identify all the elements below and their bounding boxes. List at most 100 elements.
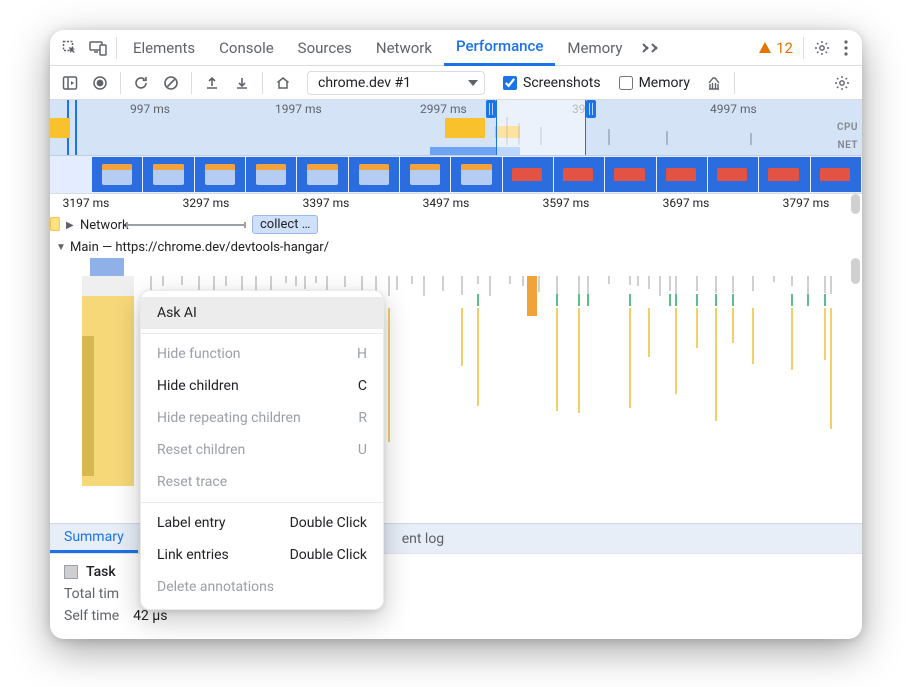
selected-task-block[interactable] (90, 258, 124, 276)
memory-checkbox-input[interactable] (619, 76, 633, 90)
kebab-menu-icon[interactable] (836, 34, 856, 62)
overview-window-handle-right[interactable] (586, 100, 596, 118)
flame-tick (423, 276, 425, 296)
tab-summary[interactable]: Summary (50, 524, 138, 553)
network-entry-collect[interactable]: collect … (252, 215, 318, 234)
filmstrip-frame[interactable] (708, 157, 758, 192)
disclosure-triangle-icon[interactable]: ▶ (66, 220, 76, 231)
ruler-tick: 3797 ms (783, 196, 830, 210)
flame-tick (659, 276, 661, 296)
flame-tick (791, 308, 793, 370)
tab-elements[interactable]: Elements (121, 30, 207, 66)
scrollbar-thumb[interactable] (851, 258, 860, 284)
flame-tick (509, 276, 511, 284)
menu-item-label: Hide function (157, 346, 241, 362)
flame-tick (791, 294, 793, 306)
tab-performance[interactable]: Performance (444, 30, 555, 66)
filmstrip-frame[interactable] (195, 157, 245, 192)
menu-item: Hide repeating childrenR (141, 402, 383, 434)
settings-icon[interactable] (808, 34, 836, 62)
perf-toolbar: chrome.dev #1 Screenshots Memory (50, 66, 862, 100)
filmstrip-frame[interactable] (143, 157, 193, 192)
flame-block[interactable] (82, 276, 134, 486)
chevron-down-icon (468, 80, 478, 86)
network-track-header[interactable]: ▶ Network collect … (50, 214, 862, 236)
total-time-label: Total tim (64, 586, 119, 602)
filmstrip-frame[interactable] (605, 157, 655, 192)
filmstrip-frame[interactable] (349, 157, 399, 192)
flame-tick (648, 276, 650, 289)
filmstrip-frame[interactable] (811, 157, 861, 192)
scrollbar-thumb[interactable] (851, 194, 860, 214)
filmstrip-frame[interactable] (657, 157, 707, 192)
filmstrip-frame[interactable] (503, 157, 553, 192)
flame-tick (830, 276, 832, 294)
screenshot-filmstrip[interactable] (50, 156, 862, 194)
menu-item[interactable]: Link entriesDouble Click (141, 539, 383, 571)
flame-tick (629, 308, 631, 408)
ruler-tick: 3397 ms (303, 196, 350, 210)
screenshots-checkbox[interactable]: Screenshots (503, 75, 601, 91)
recording-select[interactable]: chrome.dev #1 (307, 71, 485, 95)
filmstrip-frame[interactable] (92, 157, 142, 192)
record-button[interactable] (86, 69, 114, 97)
tab-event-log[interactable]: ent log (388, 524, 458, 553)
clear-button[interactable] (157, 69, 185, 97)
menu-separator (141, 502, 383, 503)
menu-item-label: Hide children (157, 378, 239, 394)
menu-item[interactable]: Hide children C (141, 370, 383, 402)
menu-item-shortcut: C (358, 378, 367, 394)
flame-block[interactable] (527, 276, 537, 316)
flame-tick (556, 308, 558, 411)
filmstrip-frame[interactable] (246, 157, 296, 192)
flame-tick (696, 276, 698, 291)
flame-tick (285, 276, 287, 283)
disclosure-triangle-icon[interactable]: ▼ (56, 242, 66, 253)
separator (803, 37, 804, 59)
timeline-overview[interactable]: 997 ms 1997 ms 2997 ms 39 4997 ms CPU NE… (50, 100, 862, 156)
upload-button[interactable] (198, 69, 226, 97)
tab-console[interactable]: Console (207, 30, 286, 66)
warnings-badge[interactable]: 12 (752, 39, 799, 57)
flame-tick (578, 294, 580, 306)
screenshots-checkbox-input[interactable] (503, 76, 517, 90)
memory-checkbox[interactable]: Memory (619, 75, 690, 91)
overview-window-handle-left[interactable] (486, 100, 496, 118)
reload-button[interactable] (127, 69, 155, 97)
recording-select-value: chrome.dev #1 (318, 75, 411, 91)
inspect-icon[interactable] (56, 34, 84, 62)
flame-tick (629, 276, 631, 285)
filmstrip-frame[interactable] (451, 157, 501, 192)
menu-item: Delete annotations (141, 571, 383, 603)
flame-tick (791, 276, 793, 286)
tab-sources[interactable]: Sources (286, 30, 364, 66)
device-toolbar-icon[interactable] (84, 34, 112, 62)
flame-tick (669, 276, 671, 291)
download-button[interactable] (228, 69, 256, 97)
filmstrip-frame[interactable] (400, 157, 450, 192)
screenshots-label: Screenshots (523, 75, 601, 91)
tab-memory[interactable]: Memory (555, 30, 634, 66)
menu-separator (141, 333, 383, 334)
garbage-collect-icon[interactable] (700, 69, 728, 97)
filmstrip-frame[interactable] (297, 157, 347, 192)
flame-tick (411, 276, 413, 284)
menu-item[interactable]: Label entryDouble Click (141, 507, 383, 539)
flame-tick (181, 276, 183, 285)
menu-item-label: Reset trace (157, 474, 227, 490)
tab-network[interactable]: Network (364, 30, 444, 66)
main-track-header[interactable]: ▼ Main — https://chrome.dev/devtools-han… (50, 236, 862, 258)
capture-settings-icon[interactable] (828, 69, 856, 97)
filmstrip-frame[interactable] (554, 157, 604, 192)
menu-item-label: Reset children (157, 442, 245, 458)
filmstrip-frame[interactable] (759, 157, 809, 192)
toggle-panel-icon[interactable] (56, 69, 84, 97)
menu-item-shortcut: U (358, 442, 367, 458)
menu-item[interactable]: Ask AI (141, 297, 383, 329)
devtools-top-tabbar: Elements Console Sources Network Perform… (50, 30, 862, 66)
ruler-tick: 3697 ms (663, 196, 710, 210)
flame-block[interactable] (82, 336, 94, 476)
more-tabs-button[interactable] (634, 42, 668, 54)
overview-selection-window[interactable] (496, 100, 586, 155)
home-icon[interactable] (269, 69, 297, 97)
